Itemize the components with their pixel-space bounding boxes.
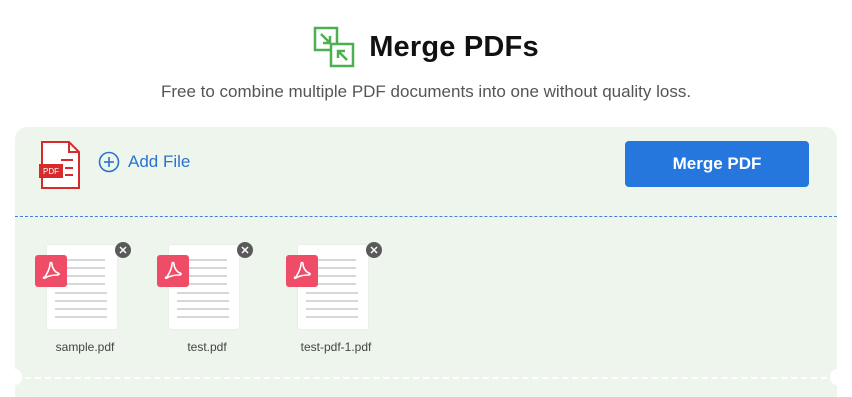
add-file-label: Add File [128, 152, 191, 171]
close-icon [119, 246, 127, 254]
merge-arrows-icon [313, 26, 355, 68]
toolbar: PDF Add File Merge PDF [15, 127, 837, 217]
file-name: test-pdf-1.pdf [300, 340, 372, 354]
acrobat-pdf-icon [286, 255, 318, 287]
merge-panel: PDF Add File Merge PDF sample.pdf test.p… [8, 127, 844, 397]
remove-file-button[interactable] [237, 242, 253, 258]
pdf-file-icon: PDF [39, 141, 80, 189]
file-card[interactable]: test.pdf [152, 239, 262, 364]
file-card[interactable]: sample.pdf [30, 239, 140, 364]
merge-pdf-button[interactable]: Merge PDF [625, 141, 809, 187]
file-name: sample.pdf [55, 340, 115, 354]
page-subtitle: Free to combine multiple PDF documents i… [160, 82, 692, 101]
file-name: test.pdf [187, 340, 227, 354]
pdf-icon-label: PDF [43, 167, 59, 176]
drop-zone-border [15, 377, 837, 379]
file-list: sample.pdf test.pdf test-pdf-1.pdf [15, 239, 837, 379]
panel-notch-right [830, 369, 844, 385]
add-file-button[interactable]: Add File [98, 151, 190, 173]
page-title: Merge PDFs [369, 30, 539, 63]
acrobat-pdf-icon [35, 255, 67, 287]
page-header: Merge PDFs [0, 22, 852, 72]
close-icon [241, 246, 249, 254]
remove-file-button[interactable] [366, 242, 382, 258]
file-card[interactable]: test-pdf-1.pdf [281, 239, 391, 364]
panel-notch-left [8, 369, 22, 385]
toolbar-divider [15, 216, 837, 217]
acrobat-pdf-icon [157, 255, 189, 287]
add-circle-icon [98, 151, 120, 173]
remove-file-button[interactable] [115, 242, 131, 258]
close-icon [370, 246, 378, 254]
